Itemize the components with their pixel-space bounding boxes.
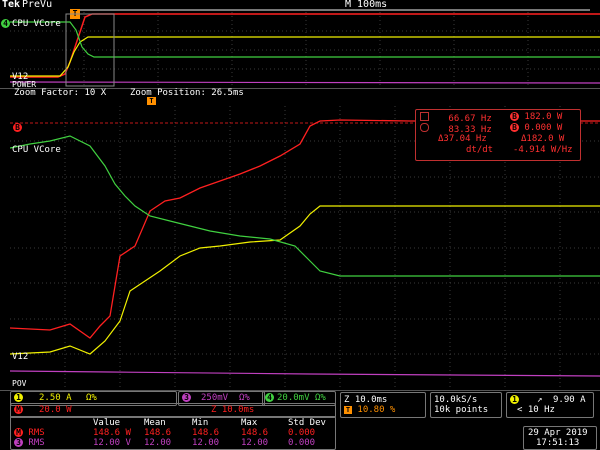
trigger-slope-icon: ↗: [537, 395, 543, 405]
measurements-table[interactable]: Value Mean Min Max Std Dev M RMS 148.6 W…: [10, 416, 336, 450]
meas-header-value: Value: [93, 418, 121, 428]
trigger-frequency: < 10 Hz: [517, 405, 555, 415]
cursor-readout-panel[interactable]: 66.67 Hz B 182.0 W 83.33 Hz B 0.000 W Δ3…: [415, 109, 581, 161]
cursor-row-3-right: Δ182.0 W: [521, 134, 565, 144]
overview-trace-ch4: [10, 21, 600, 58]
overview-label-vcore: CPU VCore: [12, 19, 61, 29]
meas-header-mean: Mean: [144, 418, 166, 428]
record-length: 10k points: [434, 405, 489, 415]
trigger-source-badge: 1: [510, 395, 519, 404]
math-zoom: Z 10.0ms: [211, 405, 255, 415]
ch3-scale: 250mV: [201, 393, 229, 403]
ch1-badge: 1: [14, 393, 23, 402]
table-row: 3 RMS: [14, 438, 45, 448]
ch1-unit: Ω%: [86, 393, 97, 403]
meas-row1-stddev: 0.000: [288, 428, 316, 438]
cursor-row-4-label: dt/dt: [466, 145, 494, 155]
zoom-time: Z 10.0ms: [344, 395, 388, 405]
zoom-trace-ch1: [10, 205, 600, 355]
ch1-scale: 2.50 A: [39, 393, 72, 403]
zoom-label-v12: V12: [12, 352, 29, 362]
ch4-scale: 20.0mV: [277, 393, 310, 403]
meas-header-max: Max: [241, 418, 258, 428]
zoom-factor: Zoom Factor: 10 X: [14, 88, 107, 98]
acquisition-settings-box[interactable]: 10.0kS/s 10k points: [430, 392, 502, 418]
math-badge: M: [14, 405, 23, 414]
zoom-label-pov: POV: [12, 379, 27, 388]
zoom-label-vcore: CPU VCore: [12, 145, 61, 155]
overview-waveform-display[interactable]: [10, 12, 600, 88]
table-row: M RMS: [14, 428, 45, 438]
math-scale: 20.0 W: [39, 405, 72, 415]
overview-ch4-marker[interactable]: 4: [1, 19, 10, 29]
meas-row1-label: RMS: [28, 428, 45, 438]
meas-row1-badge: M: [14, 428, 23, 437]
meas-row2-max: 12.00: [241, 438, 269, 448]
zoom-math-marker[interactable]: B: [13, 123, 22, 133]
meas-row2-stddev: 0.000: [288, 438, 316, 448]
meas-header-min: Min: [192, 418, 209, 428]
datetime-box: 29 Apr 2019 17:51:13: [523, 426, 597, 450]
trigger-level: 9.90 A: [553, 395, 586, 405]
trigger-pos-icon: T: [344, 406, 352, 414]
acquisition-mode: PreVu: [22, 0, 53, 10]
cursor-row-2-right: B 0.000 W: [510, 123, 562, 133]
meas-row1-max: 148.6: [241, 428, 269, 438]
horizontal-settings-box[interactable]: Z 10.0ms T 10.80 %: [340, 392, 426, 418]
trigger-position: 10.80 %: [357, 405, 396, 415]
ch4-unit: Ω%: [315, 393, 326, 403]
overview-trace-math: [10, 13, 600, 78]
meas-row2-label: RMS: [28, 438, 45, 448]
sample-rate: 10.0kS/s: [434, 395, 478, 405]
meas-row2-min: 12.00: [192, 438, 220, 448]
meas-row1-min: 148.6: [192, 428, 220, 438]
meas-row2-value: 12.00 V: [93, 438, 131, 448]
meas-row1-mean: 148.6: [144, 428, 172, 438]
time-readout: 17:51:13: [536, 438, 580, 448]
zoom-trace-ch3: [10, 370, 600, 377]
meas-row1-value: 148.6 W: [93, 428, 131, 438]
cursor-b-icon: [420, 123, 429, 132]
cursor-row-1-right: B 182.0 W: [510, 112, 562, 122]
zoom-trigger-marker[interactable]: T: [147, 97, 156, 105]
overview-trace-ch3: [10, 81, 600, 84]
ch3-badge: 3: [182, 393, 191, 402]
meas-row2-mean: 12.00: [144, 438, 172, 448]
meas-row2-badge: 3: [14, 438, 23, 447]
meas-header-stddev: Std Dev: [288, 418, 326, 428]
cursor-row-3: Δ37.04 Hz: [438, 134, 487, 144]
cursor-a-icon: [420, 112, 429, 121]
record-bar[interactable]: [80, 9, 590, 11]
ch3-unit: Ω%: [239, 393, 250, 403]
brand-logo: Tek: [2, 0, 21, 10]
trigger-settings-box[interactable]: 1 ↗ 9.90 A < 10 Hz: [506, 392, 594, 418]
cursor-row-4-right: -4.914 W/Hz: [513, 145, 573, 155]
date-readout: 29 Apr 2019: [528, 428, 588, 438]
ch4-badge: 4: [265, 393, 274, 402]
